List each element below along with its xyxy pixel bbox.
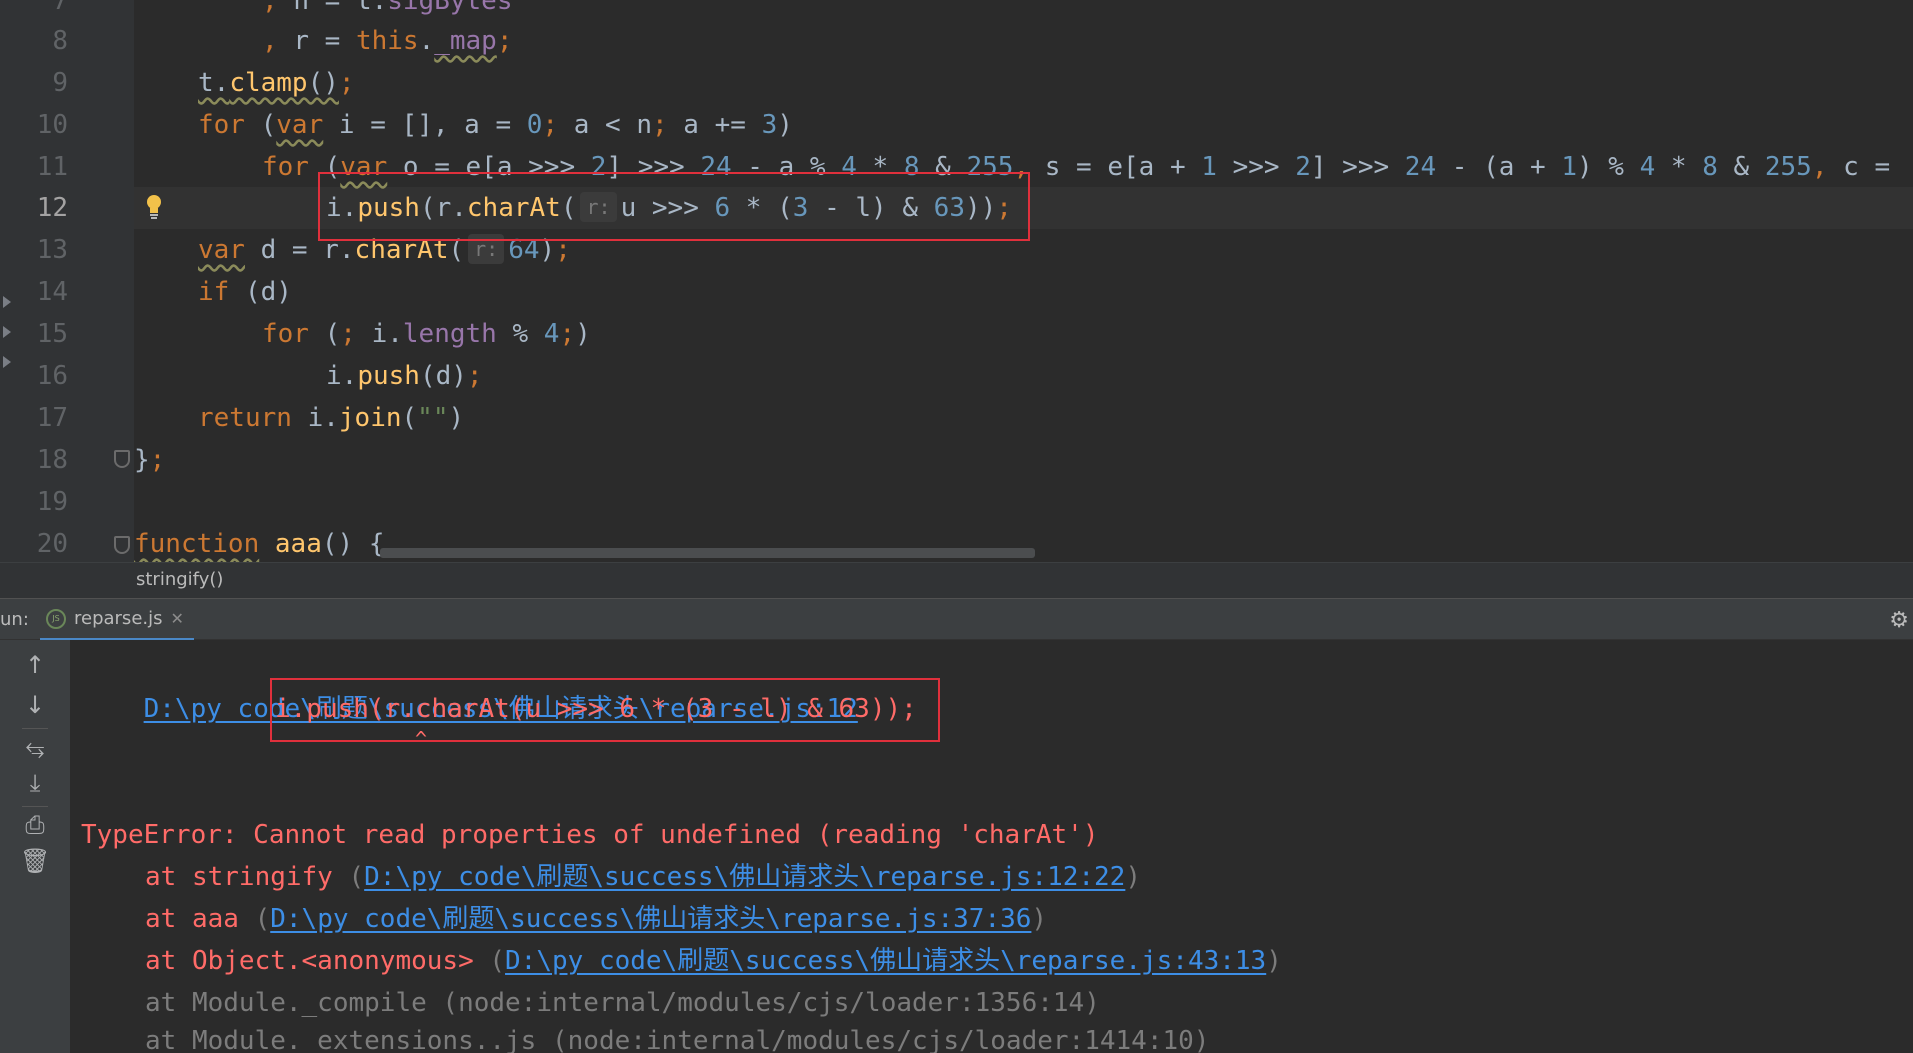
toolbar-divider <box>22 728 48 729</box>
stack-frame: at aaa (D:\py_code\刷题\success\佛山请求头\repa… <box>145 904 1048 934</box>
run-tab-reparse[interactable]: JS reparse.js ✕ <box>40 599 194 641</box>
code-line-16: i.push(d); <box>326 361 483 391</box>
error-message: TypeError: Cannot read properties of und… <box>81 820 1099 850</box>
js-file-icon: JS <box>46 608 66 629</box>
close-icon[interactable]: ✕ <box>171 609 184 628</box>
code-line-9: t.clamp(); <box>198 68 355 98</box>
line-number-current: 12 <box>36 193 68 223</box>
breadcrumb[interactable]: stringify() <box>0 562 1913 598</box>
highlight-box <box>318 172 1030 241</box>
soft-wrap-icon[interactable]: ⥃ <box>20 732 50 762</box>
code-line-10: for (var i = [], a = 0; a < n; a += 3) <box>198 110 793 140</box>
scroll-to-end-icon[interactable]: ⤓ <box>20 768 50 798</box>
code-line-7: , n = t.sigBytes <box>262 0 513 16</box>
stack-frame-internal: at Module._extensions..js (node:internal… <box>145 1026 1210 1053</box>
line-number: 7 <box>52 0 68 16</box>
line-number: 11 <box>36 152 68 182</box>
trash-icon[interactable]: 🗑 <box>20 846 50 876</box>
line-number: 13 <box>36 235 68 265</box>
run-tool-window-header: un: JS reparse.js ✕ ⚙ <box>0 598 1913 641</box>
collapse-arrow-icon[interactable] <box>3 296 11 308</box>
line-number: 14 <box>36 277 68 307</box>
gear-icon[interactable]: ⚙ <box>1889 608 1909 633</box>
code-line-8: , r = this._map; <box>262 26 513 56</box>
line-number: 18 <box>36 445 68 475</box>
stack-frame: at stringify (D:\py_code\刷题\success\佛山请求… <box>145 862 1141 892</box>
line-number: 15 <box>36 319 68 349</box>
run-console[interactable]: ↑ ↓ ⥃ ⤓ ⎙ 🗑 D:\py_code\刷题\success\佛山请求头\… <box>0 640 1913 1053</box>
breadcrumb-item[interactable]: stringify() <box>136 569 223 590</box>
console-toolbar: ↑ ↓ ⥃ ⤓ ⎙ 🗑 <box>0 640 70 1053</box>
code-line-14: if (d) <box>198 277 292 307</box>
line-number: 10 <box>36 110 68 140</box>
line-number: 17 <box>36 403 68 433</box>
code-editor[interactable]: 7 8 9 10 11 12 13 14 15 16 17 18 19 20 ,… <box>0 0 1913 562</box>
line-number: 8 <box>52 26 68 56</box>
stack-frame-link[interactable]: D:\py_code\刷题\success\佛山请求头\reparse.js:1… <box>364 862 1125 892</box>
code-line-20: function aaa() { <box>134 529 385 559</box>
print-icon[interactable]: ⎙ <box>20 810 50 840</box>
left-tool-strip <box>0 0 14 562</box>
stack-frame-link[interactable]: D:\py_code\刷题\success\佛山请求头\reparse.js:3… <box>270 904 1031 934</box>
arrow-up-icon[interactable]: ↑ <box>20 650 50 680</box>
run-label: un: <box>0 609 29 630</box>
horizontal-scrollbar[interactable] <box>380 548 1035 558</box>
code-line-17: return i.join("") <box>198 403 465 433</box>
fold-marker-icon[interactable] <box>114 450 130 468</box>
fold-marker-icon[interactable] <box>114 536 130 554</box>
stack-frame-internal: at Module._compile (node:internal/module… <box>145 988 1100 1018</box>
line-number: 19 <box>36 487 68 517</box>
collapse-arrow-icon[interactable] <box>3 356 11 368</box>
code-line-15: for (; i.length % 4;) <box>262 319 591 349</box>
line-number: 20 <box>36 529 68 559</box>
stack-frame: at Object.<anonymous> (D:\py_code\刷题\suc… <box>145 946 1282 976</box>
stack-frame-link[interactable]: D:\py_code\刷题\success\佛山请求头\reparse.js:4… <box>505 946 1266 976</box>
line-number: 16 <box>36 361 68 391</box>
highlight-box <box>270 678 940 742</box>
toolbar-divider <box>22 806 48 807</box>
arrow-down-icon[interactable]: ↓ <box>20 690 50 720</box>
code-line-18: }; <box>134 445 166 475</box>
line-number: 9 <box>52 68 68 98</box>
run-tab-label: reparse.js <box>74 608 163 629</box>
line-number-gutter: 7 8 9 10 11 12 13 14 15 16 17 18 19 20 <box>14 0 134 562</box>
collapse-arrow-icon[interactable] <box>3 326 11 338</box>
